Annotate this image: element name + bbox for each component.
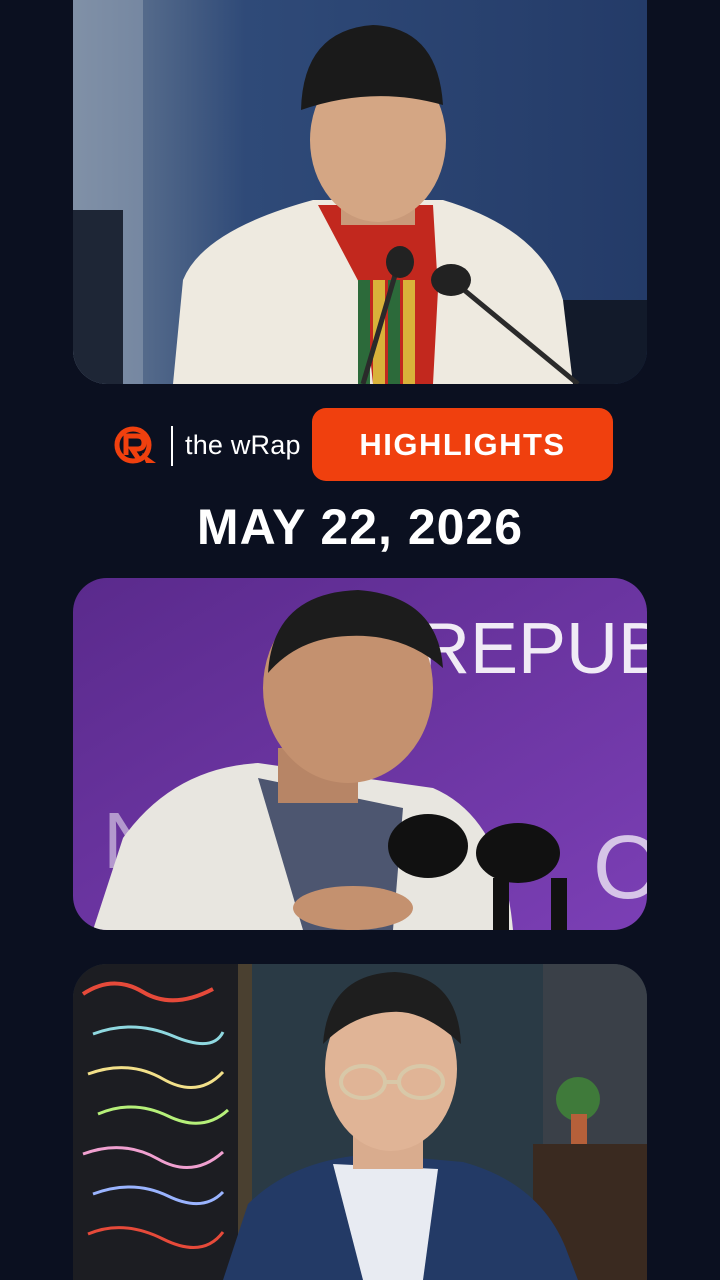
highlights-badge: HIGHLIGHTS bbox=[312, 408, 613, 481]
brand-divider bbox=[171, 426, 173, 466]
video-frame: the wRap HIGHLIGHTS MAY 22, 2026 REPUB O… bbox=[0, 0, 720, 1280]
former-president-photo-icon: REPUB O N bbox=[73, 578, 647, 930]
svg-text:O: O bbox=[593, 818, 647, 918]
news-photo-1 bbox=[73, 0, 647, 384]
news-photo-3 bbox=[73, 964, 647, 1280]
brand-row: the wRap HIGHLIGHTS bbox=[0, 408, 720, 482]
interview-guest-photo-icon bbox=[73, 964, 647, 1280]
news-photo-2: REPUB O N bbox=[73, 578, 647, 930]
show-name: the wRap bbox=[185, 430, 301, 460]
date-heading: MAY 22, 2026 bbox=[196, 499, 524, 555]
backdrop-text: REPUB bbox=[418, 609, 647, 689]
rappler-logo-icon bbox=[114, 426, 156, 464]
senator-photo-icon bbox=[73, 0, 647, 384]
